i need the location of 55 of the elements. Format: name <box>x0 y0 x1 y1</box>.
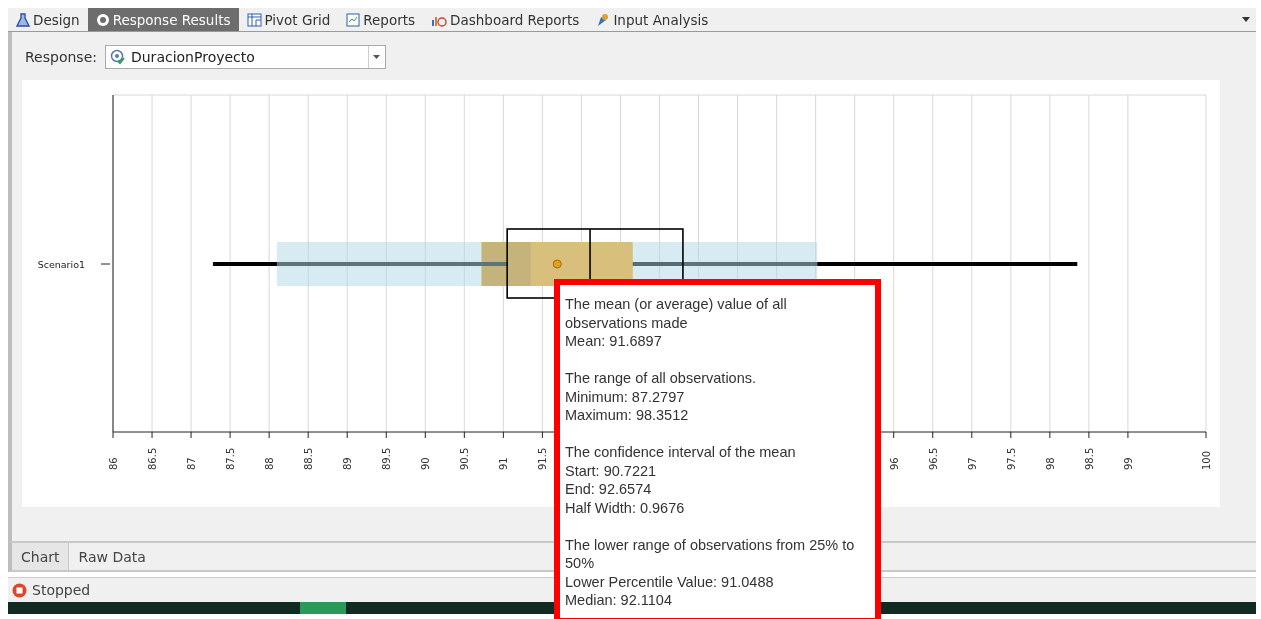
axis-tick-label: 88.5 <box>303 447 315 470</box>
tooltip-text: Mean: 91.6897 <box>565 332 663 351</box>
tooltip-text: The range of all observations. <box>565 369 758 388</box>
axis-tick-label: 99 <box>1122 457 1134 470</box>
category-label: Scenario1 <box>37 259 85 270</box>
mean-dot <box>552 259 562 269</box>
axis-tick-label: 96.5 <box>927 447 939 470</box>
axis-tick-label: 89.5 <box>381 447 393 470</box>
axis-tick-label: 100 <box>1201 450 1212 470</box>
axis-tick-label: 91 <box>498 457 510 470</box>
axis-tick-label: 90 <box>420 457 432 470</box>
tab[interactable]: Raw Data <box>69 543 155 570</box>
tooltip-text: Start: 90.7221 <box>565 461 658 480</box>
status-text: Stopped <box>32 582 91 598</box>
overlap-band <box>481 242 531 286</box>
tooltip-text: Maximum: 98.3512 <box>565 406 690 425</box>
tooltip-text: Lower Percentile Value: 91.0488 <box>565 572 775 591</box>
dropdown-arrow-icon[interactable] <box>1242 17 1250 22</box>
tab[interactable]: Dashboard Reports <box>423 8 588 31</box>
dropdown-arrow-icon <box>373 55 381 59</box>
tooltip-text: Median: 92.1104 <box>565 591 673 610</box>
axis-tick-label: 97.5 <box>1005 447 1017 470</box>
tab[interactable]: Reports <box>338 8 424 31</box>
axis-tick-label: 97 <box>966 457 978 470</box>
axis-tick-label: 89 <box>342 457 354 470</box>
gauge-check-icon <box>109 49 126 65</box>
axis-tick-label: 87.5 <box>225 447 237 470</box>
tab[interactable]: Pivot Grid <box>238 8 339 31</box>
tooltip-text: End: 92.6574 <box>565 480 653 499</box>
axis-tick-label: 86 <box>108 457 119 470</box>
tooltip-text: Half Width: 0.9676 <box>565 498 686 517</box>
flask-icon <box>16 12 30 27</box>
tooltip-text: Minimum: 87.2797 <box>565 387 686 406</box>
tab[interactable]: Input Analysis <box>587 8 717 31</box>
axis-tick-label: 87 <box>186 457 198 470</box>
axis-tick-label: 88 <box>264 457 276 470</box>
report-icon <box>346 12 361 27</box>
axis-tick-label: 86.5 <box>147 447 159 470</box>
person-chart-icon <box>595 12 611 27</box>
axis-tick-label: 90.5 <box>459 447 471 470</box>
tooltip-text: The lower range of observations from 25% to 50% <box>565 535 856 573</box>
grid-icon <box>246 12 262 27</box>
axis-tick-label: 91.5 <box>537 447 549 470</box>
tab[interactable]: Response Results <box>87 8 239 31</box>
axis-tick-label: 96 <box>888 457 900 470</box>
tab[interactable]: Chart <box>12 543 70 570</box>
axis-tick-label: 98.5 <box>1083 447 1095 470</box>
response-dropdown[interactable]: DuracionProyecto <box>104 45 386 69</box>
gauge-icon <box>95 12 110 27</box>
axis-tick-label: 98 <box>1044 457 1056 470</box>
stop-icon <box>12 582 27 598</box>
response-label: Response: <box>25 49 97 65</box>
tab[interactable]: Design <box>8 8 88 31</box>
tooltip-text: The mean (or average) value of all observations made <box>565 295 788 332</box>
tooltip-text: The confidence interval of the mean <box>565 443 797 462</box>
